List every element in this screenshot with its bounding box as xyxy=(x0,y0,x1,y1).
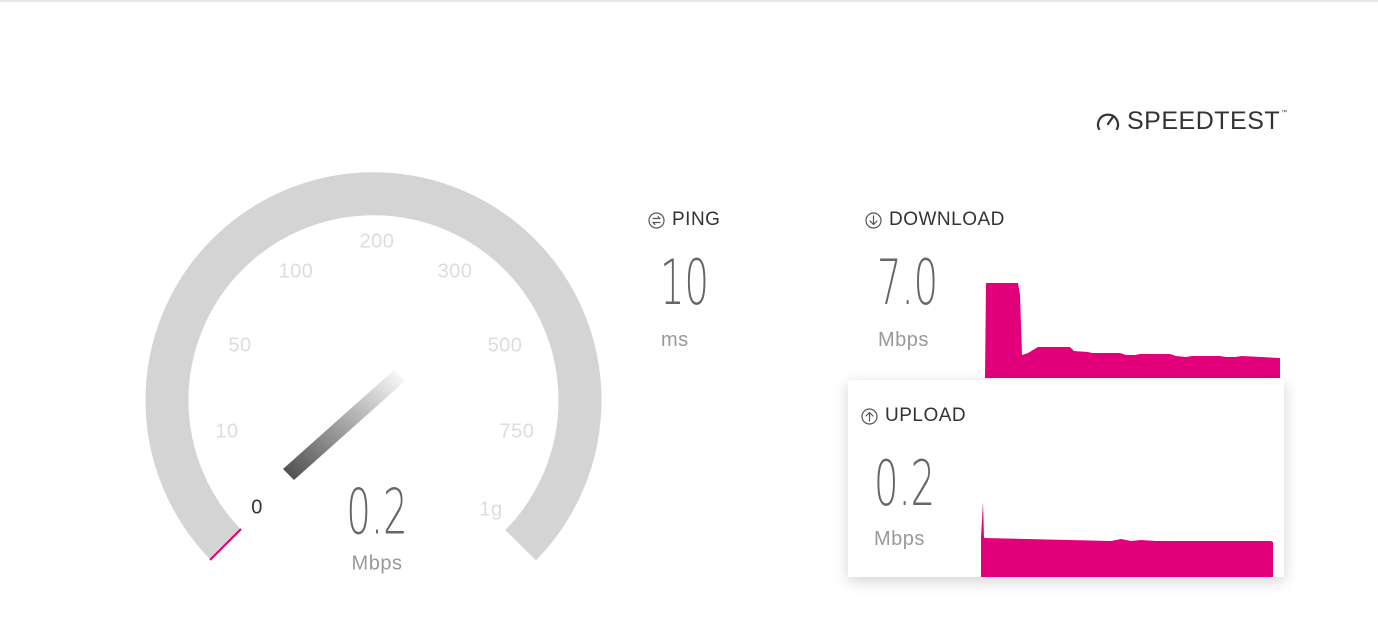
ping-label-text: PING xyxy=(672,209,721,230)
gauge-speed-value: 0.2 xyxy=(346,475,408,549)
upload-speed-graph xyxy=(981,502,1273,577)
download-label-text: DOWNLOAD xyxy=(889,209,1005,230)
gauge-tick-10: 10 xyxy=(215,420,239,443)
speedtest-logo[interactable]: SPEEDTEST ™ xyxy=(1095,106,1287,136)
upload-value: 0.2 xyxy=(874,447,936,520)
speedometer-icon xyxy=(1096,113,1120,131)
download-speed-graph xyxy=(980,283,1280,378)
download-label: DOWNLOAD xyxy=(865,209,1005,231)
gauge-tick-50: 50 xyxy=(228,334,252,357)
ping-value: 10 xyxy=(660,246,709,319)
download-unit: Mbps xyxy=(878,329,929,351)
download-value: 7.0 xyxy=(877,246,939,319)
ping-icon xyxy=(648,211,665,229)
trademark-mark: ™ xyxy=(1281,110,1288,116)
gauge-tick-300: 300 xyxy=(437,260,473,283)
arrow-down-circle-icon xyxy=(865,211,882,229)
ping-label: PING xyxy=(648,209,720,231)
arrow-up-circle-icon xyxy=(861,407,878,425)
brand-name: SPEEDTEST xyxy=(1127,106,1281,135)
gauge-needle xyxy=(283,370,405,480)
ping-unit: ms xyxy=(661,329,689,351)
gauge-tick-500: 500 xyxy=(487,334,523,357)
gauge-tick-1g: 1g xyxy=(479,498,503,521)
speed-gauge: 0 10 50 100 200 300 500 750 1g 0.2 Mbps xyxy=(0,0,700,625)
upload-card: UPLOAD 0.2 Mbps xyxy=(848,380,1284,577)
upload-label: UPLOAD xyxy=(861,405,966,427)
gauge-tick-0: 0 xyxy=(251,496,263,519)
gauge-tick-100: 100 xyxy=(278,260,314,283)
gauge-tick-200: 200 xyxy=(359,230,395,253)
upload-label-text: UPLOAD xyxy=(885,405,967,426)
gauge-speed-unit: Mbps xyxy=(351,552,403,575)
gauge-tick-750: 750 xyxy=(499,420,535,443)
upload-unit: Mbps xyxy=(874,528,925,550)
